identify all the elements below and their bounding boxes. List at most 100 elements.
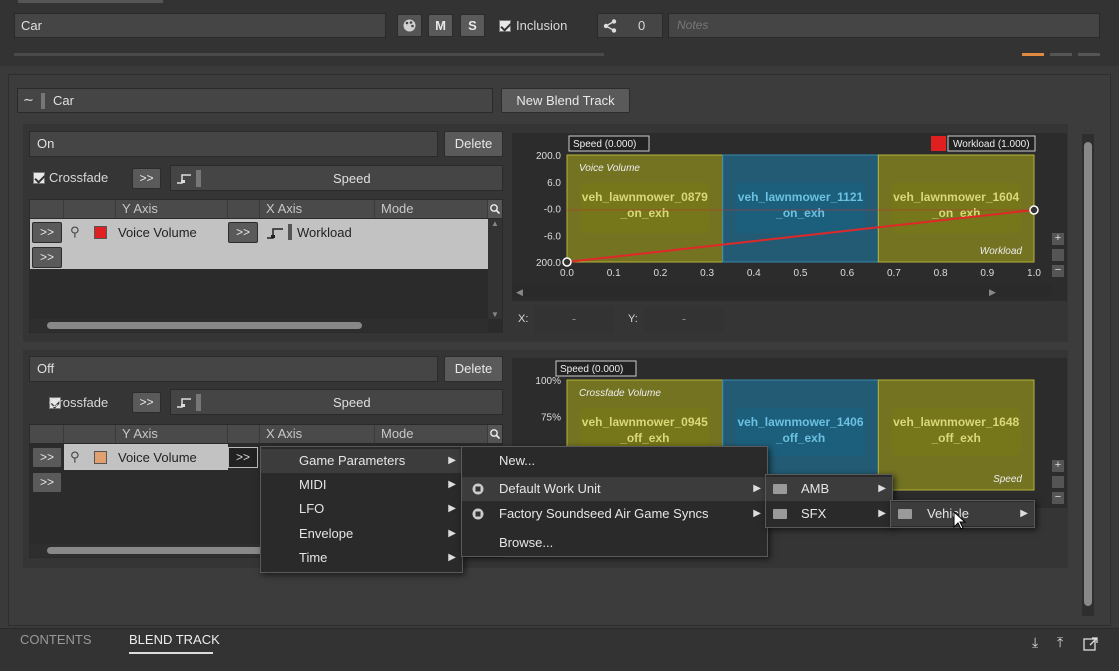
menu-item-default-work-unit[interactable]: Default Work Unit ▶ xyxy=(462,477,767,501)
track2-color-swatch[interactable] xyxy=(94,451,107,464)
track2-expand-button[interactable]: >> xyxy=(132,392,161,413)
y-tick-label: 200.0 xyxy=(536,258,561,269)
graph-hscroll[interactable] xyxy=(512,285,1052,297)
table-header: Y Axis X Axis Mode xyxy=(30,425,502,443)
container-name: Car xyxy=(53,93,74,108)
track2-name-field[interactable]: Off xyxy=(29,356,438,382)
zoom-in-button[interactable]: + xyxy=(1052,233,1064,245)
panel-vscroll[interactable] xyxy=(1082,134,1094,616)
undock-icon[interactable] xyxy=(1083,636,1099,652)
menu-item-game-parameters[interactable]: Game Parameters ▶ xyxy=(261,449,462,473)
context-menu-source: Game Parameters ▶ MIDI ▶ LFO ▶ Envelope ▶ Ti… xyxy=(260,446,463,573)
zoom-fit-button[interactable] xyxy=(1052,249,1064,261)
pin-icon[interactable]: ⚲ xyxy=(70,449,80,465)
col-blank xyxy=(30,200,64,218)
x-tick-label: 0.1 xyxy=(607,268,621,279)
y-tick-label: 100% xyxy=(535,376,561,387)
zoom-fit-button[interactable] xyxy=(1052,476,1064,488)
col-x-axis: X Axis xyxy=(260,425,375,443)
x-tick-label: 0.3 xyxy=(700,268,714,279)
clip-name-suffix: _off_exh xyxy=(619,431,669,445)
zoom-out-button[interactable]: − xyxy=(1052,492,1064,504)
y-axis-property: Voice Volume xyxy=(118,225,197,240)
active-tab-underline xyxy=(129,652,213,654)
menu-item-time[interactable]: Time ▶ xyxy=(261,546,462,570)
row-expand-button[interactable]: >> xyxy=(32,222,62,243)
top-toolbar: Car M S Inclusion 0 Notes xyxy=(0,0,1119,66)
scroll-right-arrow[interactable]: ▶ xyxy=(989,287,996,297)
curve-bottom-label: Speed xyxy=(993,474,1022,485)
row-expand-button[interactable]: >> xyxy=(32,247,62,268)
notes-field[interactable]: Notes xyxy=(668,13,1100,38)
dock-bottom-icon[interactable]: ⤓ xyxy=(1032,634,1038,651)
table-search-button[interactable] xyxy=(488,425,502,443)
col-pin xyxy=(64,200,116,218)
menu-item-factory-soundseed[interactable]: Factory Soundseed Air Game Syncs ▶ xyxy=(462,502,767,526)
curve-top-label: Crossfade Volume xyxy=(579,388,661,399)
x-tick-label: 0.8 xyxy=(934,268,948,279)
track1-crossfade-checkbox[interactable] xyxy=(33,172,45,184)
menu-item-midi[interactable]: MIDI ▶ xyxy=(261,473,462,497)
table-vscroll[interactable]: ▲ ▼ xyxy=(488,219,502,319)
track1-graph[interactable]: veh_lawnmower_0879 _on_exh veh_lawnmower_1… xyxy=(512,133,1067,301)
game-parameter-icon xyxy=(267,228,283,239)
blend-container-icon: ∼ xyxy=(23,92,34,107)
y-coord-field[interactable]: - xyxy=(644,307,724,333)
orange-tab-marker xyxy=(1022,53,1044,56)
x-tick-label: 1.0 xyxy=(1027,268,1041,279)
x-tick-label: 0.5 xyxy=(794,268,808,279)
menu-item-envelope[interactable]: Envelope ▶ xyxy=(261,522,462,546)
x-tick-label: 0.2 xyxy=(653,268,667,279)
col-blank xyxy=(228,425,260,443)
track1-delete-button[interactable]: Delete xyxy=(444,131,503,157)
row-expand-button[interactable]: >> xyxy=(32,447,62,468)
menu-item-sfx[interactable]: SFX ▶ xyxy=(766,502,892,526)
x-coord-field[interactable]: - xyxy=(534,307,614,333)
zoom-in-button[interactable]: + xyxy=(1052,460,1064,472)
solo-button[interactable]: S xyxy=(460,14,485,37)
row-expand-button[interactable]: >> xyxy=(32,472,62,493)
scroll-left-arrow[interactable]: ◀ xyxy=(516,287,523,297)
hscroll-thumb[interactable] xyxy=(47,322,362,329)
curve-point[interactable] xyxy=(562,257,572,267)
share-button[interactable]: 0 xyxy=(597,13,663,38)
new-blend-track-button[interactable]: New Blend Track xyxy=(501,88,630,113)
table-search-button[interactable] xyxy=(488,200,502,218)
object-name-field[interactable]: Car xyxy=(14,13,386,38)
param-value-text: Speed (0.000) xyxy=(560,364,623,375)
track2-parameter-field[interactable]: Speed xyxy=(170,389,503,415)
track2-delete-button[interactable]: Delete xyxy=(444,356,503,382)
magnifier-icon xyxy=(490,204,501,215)
x-axis-expand-button[interactable]: >> xyxy=(228,447,258,468)
vscroll-thumb[interactable] xyxy=(1084,142,1092,606)
container-name-field[interactable]: ∼ Car xyxy=(17,88,493,113)
menu-item-lfo[interactable]: LFO ▶ xyxy=(261,497,462,521)
track1-name-field[interactable]: On xyxy=(29,131,438,157)
menu-item-browse[interactable]: Browse... xyxy=(462,531,767,555)
col-y-axis: Y Axis xyxy=(116,200,228,218)
clip-name: veh_lawnmower_1121 xyxy=(738,190,864,204)
dock-top-icon[interactable]: ⤒ xyxy=(1057,634,1063,651)
clip-name-suffix: _off_exh xyxy=(930,431,980,445)
track2-parameter-name: Speed xyxy=(333,395,371,410)
color-palette-button[interactable] xyxy=(397,14,422,37)
track1-expand-button[interactable]: >> xyxy=(132,168,161,189)
x-coord-label: X: xyxy=(518,313,529,325)
tab-blend-track[interactable]: BLEND TRACK xyxy=(129,632,220,647)
pin-icon[interactable]: ⚲ xyxy=(70,224,80,240)
work-unit-icon xyxy=(472,508,484,520)
inclusion-checkbox[interactable] xyxy=(499,20,511,32)
menu-item-new[interactable]: New... xyxy=(462,449,767,473)
table-hscroll[interactable] xyxy=(30,319,488,332)
tab-marker xyxy=(1050,53,1072,56)
x-axis-expand-button[interactable]: >> xyxy=(228,222,258,243)
mute-button[interactable]: M xyxy=(428,14,453,37)
menu-item-amb[interactable]: AMB ▶ xyxy=(766,477,892,501)
col-mode: Mode xyxy=(375,200,488,218)
track1-parameter-field[interactable]: Speed xyxy=(170,165,503,191)
track1-color-swatch[interactable] xyxy=(94,226,107,239)
game-parameter-icon xyxy=(177,174,191,184)
curve-point[interactable] xyxy=(1029,205,1039,215)
zoom-out-button[interactable]: − xyxy=(1052,265,1064,277)
tab-contents[interactable]: CONTENTS xyxy=(20,632,92,647)
